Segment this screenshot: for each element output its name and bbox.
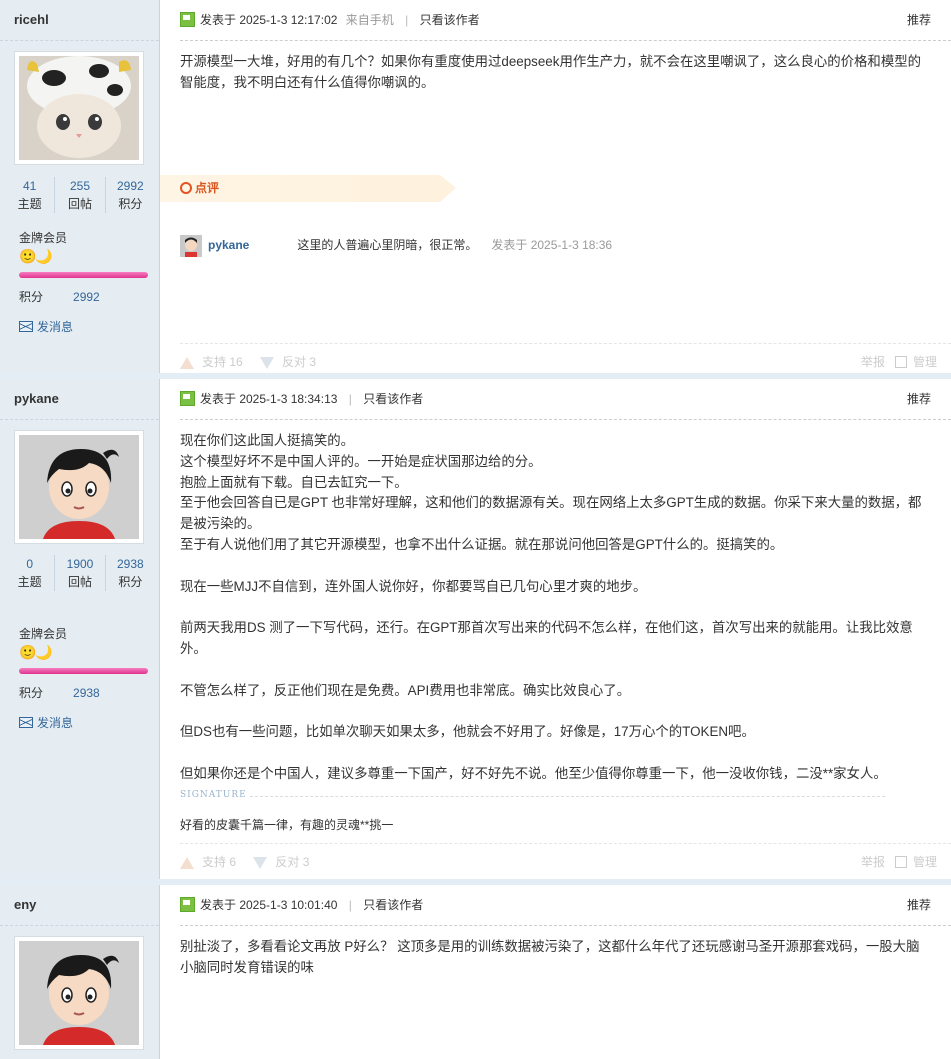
- only-author-link[interactable]: 只看该作者: [363, 392, 423, 406]
- post-source: 来自手机: [345, 13, 394, 27]
- avatar[interactable]: [14, 430, 144, 544]
- signature-text: 好看的皮囊千篇一律，有趣的灵魂**挑一: [180, 818, 394, 832]
- post-header: 发表于 2025-1-3 10:01:40 | 只看该作者 推荐: [180, 885, 951, 926]
- comment-avatar[interactable]: [180, 234, 202, 257]
- manage-link[interactable]: 管理: [913, 355, 937, 369]
- stat-points[interactable]: 2992 积分: [104, 177, 155, 213]
- post-content: 开源模型一大堆，好用的有几个？如果你有重度使用过deepseek用作生产力，就不…: [180, 54, 921, 90]
- comment: pykane 这里的人普遍心里阴暗，很正常。 发表于 2025-1-3 18:36: [180, 233, 612, 257]
- user-rank: 金牌会员: [19, 627, 68, 641]
- user-rank: 金牌会员: [19, 231, 68, 245]
- support-arrow-icon[interactable]: [180, 856, 194, 869]
- recommend-link[interactable]: 推荐: [907, 885, 931, 925]
- send-message-link[interactable]: 发消息: [19, 714, 73, 731]
- author-stats: 0 主题 1900 回帖 2938 积分: [5, 555, 155, 591]
- recommend-link[interactable]: 推荐: [907, 0, 931, 40]
- author-sidebar: eny: [0, 885, 160, 1059]
- envelope-icon: [19, 717, 33, 728]
- oppose-button[interactable]: 反对 3: [282, 355, 316, 369]
- comment-text: 这里的人普遍心里阴暗，很正常。: [297, 238, 478, 252]
- stat-threads[interactable]: 0 主题: [5, 555, 54, 591]
- separator: |: [405, 13, 409, 27]
- author-name[interactable]: ricehl: [0, 0, 159, 41]
- post-footer: 支持 16 反对 3 举报 管理: [180, 343, 951, 380]
- post-date: 发表于 2025-1-3 12:17:02: [200, 13, 338, 27]
- post-mode-icon: [180, 12, 195, 27]
- support-button[interactable]: 支持 16: [202, 355, 243, 369]
- manage-checkbox[interactable]: [894, 856, 907, 868]
- separator: |: [348, 898, 352, 912]
- stat-replies[interactable]: 255 回帖: [54, 177, 104, 213]
- signature-label: SIGNATURE: [180, 790, 247, 800]
- post: ricehl 41 主题 255 回帖 2992 积分 金牌会员 🙂🌙 积分 2…: [0, 0, 951, 379]
- support-arrow-icon[interactable]: [180, 356, 194, 369]
- post-header: 发表于 2025-1-3 12:17:02 来自手机 | 只看该作者 推荐: [180, 0, 951, 41]
- medal-icons: 🙂🌙: [19, 644, 53, 660]
- send-message-link[interactable]: 发消息: [19, 318, 73, 335]
- cartoon-boy-avatar-image: [19, 435, 139, 539]
- post: eny 发表于 2025-1-3 10:01:40 | 只看该作者 推荐 别扯淡…: [0, 885, 951, 1059]
- rank-progress-bar: [19, 668, 148, 674]
- oppose-button[interactable]: 反对 3: [275, 855, 309, 869]
- oppose-arrow-icon[interactable]: [253, 856, 268, 869]
- envelope-icon: [19, 321, 33, 332]
- user-points: 积分 2938: [19, 686, 100, 700]
- post-date: 发表于 2025-1-3 10:01:40: [200, 898, 338, 912]
- author-stats: 41 主题 255 回帖 2992 积分: [5, 177, 155, 213]
- comment-user[interactable]: pykane: [208, 238, 249, 252]
- avatar[interactable]: [14, 936, 144, 1050]
- manage-link[interactable]: 管理: [913, 855, 937, 869]
- recommend-link[interactable]: 推荐: [907, 379, 931, 419]
- comment-header: 点评: [160, 175, 456, 202]
- separator: |: [348, 392, 352, 406]
- rank-progress-bar: [19, 272, 148, 278]
- cat-avatar-image: [19, 56, 139, 160]
- post-main: 发表于 2025-1-3 10:01:40 | 只看该作者 推荐 别扯淡了，多看…: [160, 885, 951, 1059]
- thread: ricehl 41 主题 255 回帖 2992 积分 金牌会员 🙂🌙 积分 2…: [0, 0, 951, 1059]
- comment-circle-icon: [180, 182, 192, 194]
- post-date: 发表于 2025-1-3 18:34:13: [200, 392, 338, 406]
- post-main: 发表于 2025-1-3 18:34:13 | 只看该作者 推荐 现在你们这此国…: [160, 379, 951, 879]
- report-link[interactable]: 举报: [861, 355, 885, 369]
- avatar[interactable]: [14, 51, 144, 165]
- author-name[interactable]: eny: [0, 885, 159, 926]
- only-author-link[interactable]: 只看该作者: [363, 898, 423, 912]
- user-points: 积分 2992: [19, 290, 100, 304]
- manage-checkbox[interactable]: [894, 356, 907, 368]
- stat-replies[interactable]: 1900 回帖: [54, 555, 104, 591]
- author-sidebar: ricehl 41 主题 255 回帖 2992 积分 金牌会员 🙂🌙 积分 2…: [0, 0, 160, 373]
- post-mode-icon: [180, 391, 195, 406]
- post-mode-icon: [180, 897, 195, 912]
- report-link[interactable]: 举报: [861, 855, 885, 869]
- cartoon-boy-avatar-image: [19, 941, 139, 1045]
- comment-date: 发表于 2025-1-3 18:36: [491, 238, 613, 252]
- post-header: 发表于 2025-1-3 18:34:13 | 只看该作者 推荐: [180, 379, 951, 420]
- stat-threads[interactable]: 41 主题: [5, 177, 54, 213]
- post-content: 别扯淡了，多看看论文再放 P好么？ 这顶多是用的训练数据被污染了，这都什么年代了…: [180, 939, 920, 975]
- signature-divider: [250, 796, 885, 797]
- support-button[interactable]: 支持 6: [202, 855, 236, 869]
- only-author-link[interactable]: 只看该作者: [420, 13, 480, 27]
- author-name[interactable]: pykane: [0, 379, 159, 420]
- post: pykane 0 主题 1900 回帖 2938 积分 金牌会员 🙂🌙 积分 2…: [0, 379, 951, 885]
- post-footer: 支持 6 反对 3 举报 管理: [180, 843, 951, 880]
- post-content: 现在你们这此国人挺搞笑的。 这个模型好坏不是中国人评的。一开始是症状国那边给的分…: [180, 433, 922, 781]
- post-main: 发表于 2025-1-3 12:17:02 来自手机 | 只看该作者 推荐 开源…: [160, 0, 951, 373]
- author-sidebar: pykane 0 主题 1900 回帖 2938 积分 金牌会员 🙂🌙 积分 2…: [0, 379, 160, 879]
- oppose-arrow-icon[interactable]: [260, 356, 275, 369]
- stat-points[interactable]: 2938 积分: [104, 555, 155, 591]
- medal-icons: 🙂🌙: [19, 248, 53, 264]
